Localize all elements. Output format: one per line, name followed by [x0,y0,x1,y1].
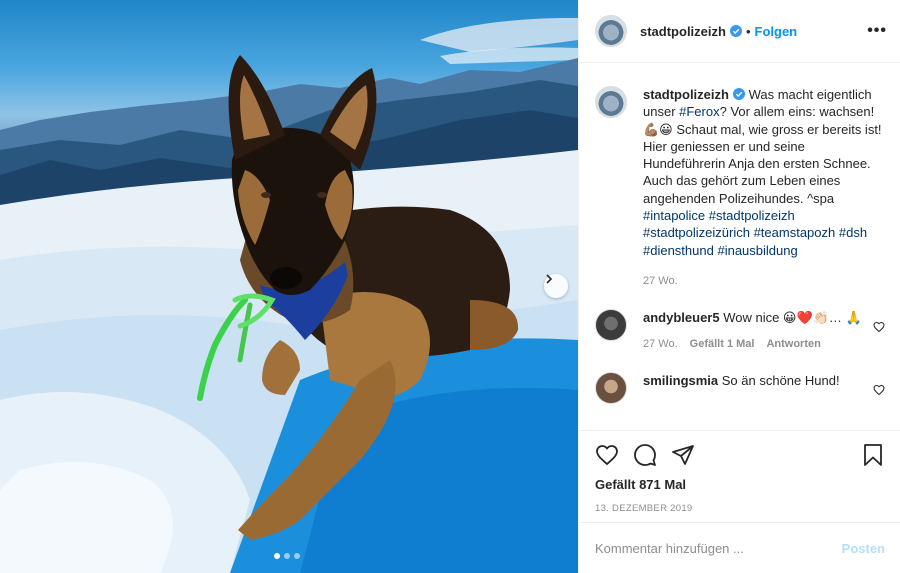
verified-badge-icon [729,25,742,37]
post-author-username[interactable]: stadtpolizeizh [640,24,726,39]
follow-button[interactable]: Folgen [755,24,798,39]
caption-meta: 27 Wo. [643,275,885,287]
heart-icon[interactable] [873,384,885,396]
comment-body: So än schöne Hund! [718,373,840,389]
comment-input[interactable] [595,540,842,556]
post-header: stadtpolizeizh • Folgen ••• [579,0,900,63]
action-bar [595,441,885,469]
comment-meta: 27 Wo. Gefällt 1 Mal Antworten [643,338,885,350]
comment-username[interactable]: andybleuer5 [643,310,720,325]
heart-icon[interactable] [595,443,619,467]
comment-body: Wow nice 😀❤️👏🏻… 🙏 [719,309,862,325]
post-sidebar: stadtpolizeizh • Folgen ••• stadtpolizei… [578,0,900,573]
heart-icon[interactable] [873,321,885,333]
bookmark-icon[interactable] [861,443,885,467]
hashtag-link[interactable]: #stadtpolizeizürich [643,225,750,240]
comment-icon[interactable] [633,443,657,467]
comments-list[interactable]: stadtpolizeizh Was macht eigentlich unse… [579,64,900,430]
comment-text: smilingsmia So än schöne Hund! [643,372,885,389]
hashtag-link[interactable]: #dsh [839,225,867,240]
add-comment-bar: Posten [579,522,900,573]
likes-count[interactable]: Gefällt 871 Mal [595,477,885,492]
comment-likes[interactable]: Gefällt 1 Mal [690,338,755,350]
hashtag-link[interactable]: #inausbildung [717,243,797,258]
chevron-right-icon [546,274,553,284]
avatar[interactable] [595,86,627,118]
post-actions: Gefällt 871 Mal 13. DEZEMBER 2019 [579,430,900,520]
carousel-indicator [274,553,300,559]
avatar[interactable] [595,372,627,405]
verified-badge-icon [732,88,745,100]
caption-age: 27 Wo. [643,274,678,287]
more-options-icon[interactable]: ••• [867,22,887,40]
comment-age: 27 Wo. [643,338,678,351]
post-comment-button[interactable]: Posten [842,541,885,556]
reply-button[interactable]: Antworten [766,338,820,350]
hashtag-link[interactable]: #teamstapozh [754,225,836,240]
separator-dot: • [745,23,751,39]
hashtag-link[interactable]: #diensthund [643,243,714,258]
avatar[interactable] [595,308,627,341]
carousel-dot [284,553,290,559]
post-caption: stadtpolizeizh Was macht eigentlich unse… [595,86,885,287]
post-date: 13. DEZEMBER 2019 [595,503,693,514]
hashtag-link[interactable]: #stadtpolizeizh [709,208,795,223]
avatar[interactable] [595,15,627,47]
caption-part: ? Vor allem eins: wachsen! 💪🏽😀 Schaut ma… [643,104,882,206]
dog-in-snow-image [0,18,578,573]
comment-text: andybleuer5 Wow nice 😀❤️👏🏻… 🙏 [643,309,885,326]
comment-item: andybleuer5 Wow nice 😀❤️👏🏻… 🙏 27 Wo. Gef… [595,308,885,350]
hashtag-link[interactable]: #Ferox [679,104,719,119]
carousel-dot [274,553,280,559]
comment-username[interactable]: smilingsmia [643,373,718,388]
caption-username[interactable]: stadtpolizeizh [643,87,729,102]
next-slide-button[interactable] [544,274,568,298]
carousel-dot [294,553,300,559]
post-photo[interactable] [0,0,578,573]
comment-item: smilingsmia So än schöne Hund! [595,372,885,405]
share-icon[interactable] [671,443,695,467]
caption-text: stadtpolizeizh Was macht eigentlich unse… [643,86,885,259]
hashtag-link[interactable]: #intapolice [643,208,705,223]
